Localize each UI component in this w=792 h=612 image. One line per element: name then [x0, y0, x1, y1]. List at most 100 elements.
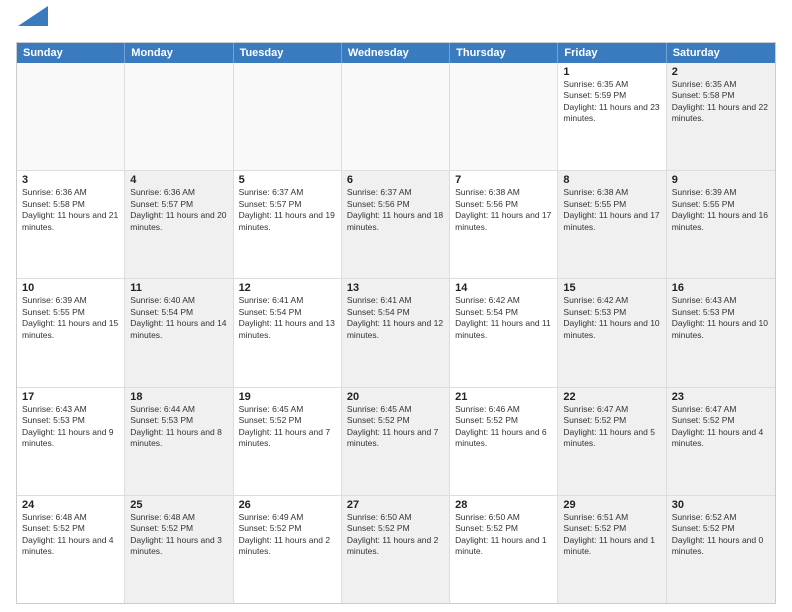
- day-info: Sunrise: 6:50 AM Sunset: 5:52 PM Dayligh…: [347, 512, 444, 558]
- cal-cell-0-5: 1Sunrise: 6:35 AM Sunset: 5:59 PM Daylig…: [558, 63, 666, 170]
- cal-cell-4-1: 25Sunrise: 6:48 AM Sunset: 5:52 PM Dayli…: [125, 496, 233, 603]
- calendar-header: SundayMondayTuesdayWednesdayThursdayFrid…: [17, 43, 775, 63]
- header-day-wednesday: Wednesday: [342, 43, 450, 63]
- cal-cell-4-5: 29Sunrise: 6:51 AM Sunset: 5:52 PM Dayli…: [558, 496, 666, 603]
- header-day-saturday: Saturday: [667, 43, 775, 63]
- cal-cell-2-2: 12Sunrise: 6:41 AM Sunset: 5:54 PM Dayli…: [234, 279, 342, 386]
- cal-cell-2-3: 13Sunrise: 6:41 AM Sunset: 5:54 PM Dayli…: [342, 279, 450, 386]
- week-row-3: 17Sunrise: 6:43 AM Sunset: 5:53 PM Dayli…: [17, 387, 775, 495]
- day-number: 19: [239, 391, 336, 403]
- day-info: Sunrise: 6:40 AM Sunset: 5:54 PM Dayligh…: [130, 295, 227, 341]
- day-number: 29: [563, 499, 660, 511]
- day-info: Sunrise: 6:47 AM Sunset: 5:52 PM Dayligh…: [563, 404, 660, 450]
- day-number: 9: [672, 174, 770, 186]
- day-number: 25: [130, 499, 227, 511]
- cal-cell-3-6: 23Sunrise: 6:47 AM Sunset: 5:52 PM Dayli…: [667, 388, 775, 495]
- day-info: Sunrise: 6:42 AM Sunset: 5:54 PM Dayligh…: [455, 295, 552, 341]
- day-info: Sunrise: 6:42 AM Sunset: 5:53 PM Dayligh…: [563, 295, 660, 341]
- header-day-monday: Monday: [125, 43, 233, 63]
- day-info: Sunrise: 6:45 AM Sunset: 5:52 PM Dayligh…: [347, 404, 444, 450]
- cal-cell-4-0: 24Sunrise: 6:48 AM Sunset: 5:52 PM Dayli…: [17, 496, 125, 603]
- day-number: 12: [239, 282, 336, 294]
- day-info: Sunrise: 6:36 AM Sunset: 5:57 PM Dayligh…: [130, 187, 227, 233]
- day-info: Sunrise: 6:38 AM Sunset: 5:56 PM Dayligh…: [455, 187, 552, 233]
- cal-cell-3-0: 17Sunrise: 6:43 AM Sunset: 5:53 PM Dayli…: [17, 388, 125, 495]
- header-day-tuesday: Tuesday: [234, 43, 342, 63]
- calendar: SundayMondayTuesdayWednesdayThursdayFrid…: [16, 42, 776, 604]
- logo: [16, 16, 48, 34]
- cal-cell-2-6: 16Sunrise: 6:43 AM Sunset: 5:53 PM Dayli…: [667, 279, 775, 386]
- day-number: 15: [563, 282, 660, 294]
- day-number: 2: [672, 66, 770, 78]
- day-info: Sunrise: 6:39 AM Sunset: 5:55 PM Dayligh…: [672, 187, 770, 233]
- day-info: Sunrise: 6:48 AM Sunset: 5:52 PM Dayligh…: [22, 512, 119, 558]
- day-number: 17: [22, 391, 119, 403]
- day-info: Sunrise: 6:37 AM Sunset: 5:56 PM Dayligh…: [347, 187, 444, 233]
- day-info: Sunrise: 6:44 AM Sunset: 5:53 PM Dayligh…: [130, 404, 227, 450]
- day-number: 14: [455, 282, 552, 294]
- header-day-friday: Friday: [558, 43, 666, 63]
- week-row-4: 24Sunrise: 6:48 AM Sunset: 5:52 PM Dayli…: [17, 495, 775, 603]
- calendar-body: 1Sunrise: 6:35 AM Sunset: 5:59 PM Daylig…: [17, 63, 775, 603]
- day-number: 13: [347, 282, 444, 294]
- cal-cell-1-2: 5Sunrise: 6:37 AM Sunset: 5:57 PM Daylig…: [234, 171, 342, 278]
- day-info: Sunrise: 6:41 AM Sunset: 5:54 PM Dayligh…: [347, 295, 444, 341]
- day-info: Sunrise: 6:52 AM Sunset: 5:52 PM Dayligh…: [672, 512, 770, 558]
- day-info: Sunrise: 6:38 AM Sunset: 5:55 PM Dayligh…: [563, 187, 660, 233]
- day-number: 21: [455, 391, 552, 403]
- cal-cell-0-3: [342, 63, 450, 170]
- day-number: 8: [563, 174, 660, 186]
- day-number: 20: [347, 391, 444, 403]
- day-info: Sunrise: 6:50 AM Sunset: 5:52 PM Dayligh…: [455, 512, 552, 558]
- cal-cell-4-3: 27Sunrise: 6:50 AM Sunset: 5:52 PM Dayli…: [342, 496, 450, 603]
- day-number: 4: [130, 174, 227, 186]
- day-number: 28: [455, 499, 552, 511]
- cal-cell-4-6: 30Sunrise: 6:52 AM Sunset: 5:52 PM Dayli…: [667, 496, 775, 603]
- week-row-0: 1Sunrise: 6:35 AM Sunset: 5:59 PM Daylig…: [17, 63, 775, 170]
- cal-cell-0-2: [234, 63, 342, 170]
- week-row-2: 10Sunrise: 6:39 AM Sunset: 5:55 PM Dayli…: [17, 278, 775, 386]
- day-info: Sunrise: 6:37 AM Sunset: 5:57 PM Dayligh…: [239, 187, 336, 233]
- header-day-sunday: Sunday: [17, 43, 125, 63]
- week-row-1: 3Sunrise: 6:36 AM Sunset: 5:58 PM Daylig…: [17, 170, 775, 278]
- day-info: Sunrise: 6:45 AM Sunset: 5:52 PM Dayligh…: [239, 404, 336, 450]
- cal-cell-4-2: 26Sunrise: 6:49 AM Sunset: 5:52 PM Dayli…: [234, 496, 342, 603]
- cal-cell-0-6: 2Sunrise: 6:35 AM Sunset: 5:58 PM Daylig…: [667, 63, 775, 170]
- day-number: 16: [672, 282, 770, 294]
- day-number: 18: [130, 391, 227, 403]
- day-number: 6: [347, 174, 444, 186]
- day-info: Sunrise: 6:43 AM Sunset: 5:53 PM Dayligh…: [22, 404, 119, 450]
- cal-cell-1-0: 3Sunrise: 6:36 AM Sunset: 5:58 PM Daylig…: [17, 171, 125, 278]
- cal-cell-2-1: 11Sunrise: 6:40 AM Sunset: 5:54 PM Dayli…: [125, 279, 233, 386]
- cal-cell-0-0: [17, 63, 125, 170]
- day-number: 1: [563, 66, 660, 78]
- cal-cell-2-0: 10Sunrise: 6:39 AM Sunset: 5:55 PM Dayli…: [17, 279, 125, 386]
- day-info: Sunrise: 6:36 AM Sunset: 5:58 PM Dayligh…: [22, 187, 119, 233]
- day-info: Sunrise: 6:46 AM Sunset: 5:52 PM Dayligh…: [455, 404, 552, 450]
- cal-cell-2-5: 15Sunrise: 6:42 AM Sunset: 5:53 PM Dayli…: [558, 279, 666, 386]
- cal-cell-1-4: 7Sunrise: 6:38 AM Sunset: 5:56 PM Daylig…: [450, 171, 558, 278]
- cal-cell-4-4: 28Sunrise: 6:50 AM Sunset: 5:52 PM Dayli…: [450, 496, 558, 603]
- day-info: Sunrise: 6:49 AM Sunset: 5:52 PM Dayligh…: [239, 512, 336, 558]
- day-number: 24: [22, 499, 119, 511]
- cal-cell-2-4: 14Sunrise: 6:42 AM Sunset: 5:54 PM Dayli…: [450, 279, 558, 386]
- day-info: Sunrise: 6:43 AM Sunset: 5:53 PM Dayligh…: [672, 295, 770, 341]
- day-info: Sunrise: 6:47 AM Sunset: 5:52 PM Dayligh…: [672, 404, 770, 450]
- cal-cell-3-5: 22Sunrise: 6:47 AM Sunset: 5:52 PM Dayli…: [558, 388, 666, 495]
- day-number: 11: [130, 282, 227, 294]
- cal-cell-0-1: [125, 63, 233, 170]
- cal-cell-3-3: 20Sunrise: 6:45 AM Sunset: 5:52 PM Dayli…: [342, 388, 450, 495]
- header: [16, 12, 776, 34]
- day-info: Sunrise: 6:39 AM Sunset: 5:55 PM Dayligh…: [22, 295, 119, 341]
- cal-cell-3-4: 21Sunrise: 6:46 AM Sunset: 5:52 PM Dayli…: [450, 388, 558, 495]
- day-info: Sunrise: 6:51 AM Sunset: 5:52 PM Dayligh…: [563, 512, 660, 558]
- day-info: Sunrise: 6:35 AM Sunset: 5:58 PM Dayligh…: [672, 79, 770, 125]
- cal-cell-1-1: 4Sunrise: 6:36 AM Sunset: 5:57 PM Daylig…: [125, 171, 233, 278]
- day-number: 26: [239, 499, 336, 511]
- cal-cell-1-5: 8Sunrise: 6:38 AM Sunset: 5:55 PM Daylig…: [558, 171, 666, 278]
- page: SundayMondayTuesdayWednesdayThursdayFrid…: [0, 0, 792, 612]
- day-number: 5: [239, 174, 336, 186]
- day-info: Sunrise: 6:35 AM Sunset: 5:59 PM Dayligh…: [563, 79, 660, 125]
- cal-cell-1-3: 6Sunrise: 6:37 AM Sunset: 5:56 PM Daylig…: [342, 171, 450, 278]
- header-day-thursday: Thursday: [450, 43, 558, 63]
